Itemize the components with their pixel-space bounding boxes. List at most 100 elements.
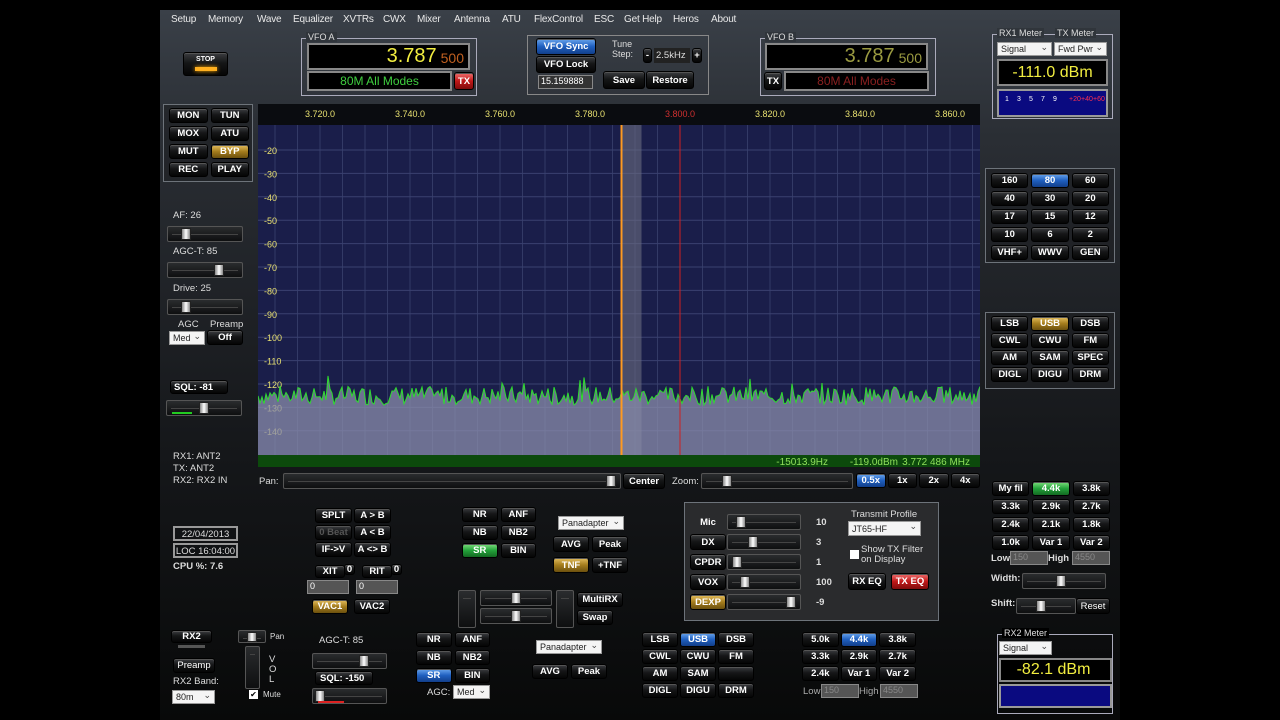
rx2-mode-grid-button[interactable]: DSB: [718, 632, 754, 647]
rx1-filter-grid-button[interactable]: 2.7k: [1072, 499, 1110, 514]
mode-grid-button[interactable]: USB: [1031, 316, 1069, 331]
menu-memory[interactable]: Memory: [208, 14, 243, 25]
menu-esc[interactable]: ESC: [594, 14, 614, 25]
band-grid-button[interactable]: 10: [991, 227, 1029, 242]
rx2-dsp-grid-button[interactable]: BIN: [454, 668, 490, 683]
rx2-dsp-grid-button[interactable]: ANF: [454, 632, 490, 647]
tune-step-minus[interactable]: -: [643, 48, 652, 63]
rx1-filter-grid-button[interactable]: 2.9k: [1032, 499, 1070, 514]
agc-select[interactable]: Med: [169, 331, 205, 345]
vac-grid-button[interactable]: VAC1: [312, 599, 348, 614]
af-slider[interactable]: [167, 226, 243, 242]
rx1-dsp-grid-button[interactable]: ANF: [500, 507, 536, 522]
rx1-dsp-grid-button[interactable]: SR: [462, 543, 498, 558]
menu-equalizer[interactable]: Equalizer: [293, 14, 333, 25]
vfo-b-display[interactable]: 3.787 500: [765, 43, 928, 70]
band-grid-button[interactable]: 12: [1071, 209, 1109, 224]
rx2-avg-button[interactable]: AVG: [532, 664, 568, 679]
vfo-ops-grid-button[interactable]: A <> B: [354, 542, 391, 557]
xit-button[interactable]: XIT: [315, 565, 345, 578]
rx2-peak-button[interactable]: Peak: [571, 664, 607, 679]
slider-thumb[interactable]: [786, 596, 797, 608]
tx-cpdr-button[interactable]: CPDR: [690, 554, 726, 570]
band-grid-button[interactable]: 160: [991, 173, 1029, 188]
rx2-mute-checkbox[interactable]: ✔: [249, 690, 258, 699]
rx2-dsp-grid-button[interactable]: NB: [416, 650, 452, 665]
sql-slider[interactable]: [166, 400, 242, 416]
plus-tnf-button[interactable]: +TNF: [592, 557, 628, 573]
drive-slider[interactable]: [167, 299, 243, 315]
vfo-ops-grid-button[interactable]: IF->V: [315, 542, 352, 557]
main-controls-grid-button[interactable]: TUN: [210, 108, 249, 123]
multirx-gain-slider[interactable]: [458, 590, 476, 628]
mode-grid-button[interactable]: DRM: [1071, 367, 1109, 382]
slider-thumb[interactable]: [736, 516, 747, 528]
rx1-filter-grid-button[interactable]: Var 2: [1072, 535, 1110, 550]
show-tx-filter-checkbox[interactable]: [850, 550, 859, 559]
tx-eq-button[interactable]: TX EQ: [891, 573, 929, 590]
mode-grid-button[interactable]: CWU: [1031, 333, 1069, 348]
rx2-pan-slider[interactable]: [238, 630, 266, 643]
tx-vox-button[interactable]: VOX: [690, 574, 726, 590]
band-grid-button[interactable]: 80: [1031, 173, 1069, 188]
rx2-dsp-grid-button[interactable]: NB2: [454, 650, 490, 665]
rx2-filter-grid-button[interactable]: Var 2: [879, 666, 916, 681]
slider-thumb[interactable]: [359, 655, 370, 667]
rx1-filter-grid-button[interactable]: 3.3k: [992, 499, 1030, 514]
rx2-display-mode-select[interactable]: Panadapter: [536, 640, 602, 654]
slider-thumb[interactable]: [747, 536, 758, 548]
rx1-dsp-grid-button[interactable]: NB2: [500, 525, 536, 540]
band-grid-button[interactable]: 2: [1071, 227, 1109, 242]
rx2-mode-grid-button[interactable]: DRM: [718, 683, 754, 698]
band-grid-button[interactable]: 60: [1071, 173, 1109, 188]
slider-thumb[interactable]: [740, 576, 751, 588]
rx2-dsp-grid-button[interactable]: SR: [416, 668, 452, 683]
main-controls-grid-button[interactable]: PLAY: [210, 162, 249, 177]
menu-get-help[interactable]: Get Help: [624, 14, 662, 25]
rx2-preamp-button[interactable]: Preamp: [173, 658, 215, 673]
band-grid-button[interactable]: VHF+: [991, 245, 1029, 260]
panadapter-display[interactable]: -20-30-40-50-60-70-80-90-100-110-120-130…: [258, 104, 980, 467]
menu-atu[interactable]: ATU: [502, 14, 521, 25]
rx2-agc-select[interactable]: Med: [453, 685, 490, 699]
rx1-filter-grid-button[interactable]: 1.8k: [1072, 517, 1110, 532]
xit-field[interactable]: 0: [307, 580, 349, 594]
slider-thumb[interactable]: [722, 475, 733, 487]
pan-center-button[interactable]: Center: [623, 473, 665, 489]
rx1-filter-grid-button[interactable]: Var 1: [1032, 535, 1070, 550]
rx1-dsp-grid-button[interactable]: BIN: [500, 543, 536, 558]
menu-wave[interactable]: Wave: [257, 14, 282, 25]
slider-thumb[interactable]: [213, 264, 224, 276]
rx2-mode-grid-button[interactable]: FM: [718, 649, 754, 664]
rx1-dsp-grid-button[interactable]: NB: [462, 525, 498, 540]
slider-thumb[interactable]: [199, 402, 209, 414]
rx1-filter-grid-button[interactable]: 2.1k: [1032, 517, 1070, 532]
stop-button[interactable]: STOP: [183, 52, 228, 76]
rit-field[interactable]: 0: [356, 580, 398, 594]
multirx-gain-slider-2[interactable]: [556, 590, 574, 628]
rx2-mode-grid-button[interactable]: [718, 666, 754, 681]
menu-xvtrs[interactable]: XVTRs: [343, 14, 374, 25]
rx1-meter-select[interactable]: Signal: [997, 42, 1052, 56]
slider-thumb[interactable]: [732, 556, 743, 568]
slider-thumb[interactable]: [511, 592, 521, 604]
rx1-filter-grid-button[interactable]: 2.4k: [992, 517, 1030, 532]
rx2-low-field[interactable]: 150: [821, 684, 859, 698]
tnf-button[interactable]: TNF: [553, 557, 589, 573]
rx1-width-slider[interactable]: [1022, 573, 1106, 589]
frequency-field[interactable]: 15.159888: [538, 75, 593, 89]
rx1-filter-grid-button[interactable]: 4.4k: [1032, 481, 1070, 496]
slider-thumb[interactable]: [247, 632, 257, 642]
band-grid-button[interactable]: 6: [1031, 227, 1069, 242]
vfo-a-tx-button[interactable]: TX: [454, 72, 474, 90]
tx-vox-slider[interactable]: [727, 574, 801, 590]
rx2-filter-grid-button[interactable]: 4.4k: [840, 632, 878, 647]
rx1-dsp-grid-button[interactable]: NR: [462, 507, 498, 522]
rx1-filter-reset[interactable]: Reset: [1076, 598, 1110, 614]
slider-thumb[interactable]: [511, 610, 521, 622]
rx2-high-field[interactable]: 4550: [880, 684, 918, 698]
menu-about[interactable]: About: [711, 14, 736, 25]
rx2-button[interactable]: RX2: [171, 630, 212, 643]
vfo-ops-grid-button[interactable]: 0 Beat: [315, 525, 352, 540]
rit-button[interactable]: RIT: [362, 565, 392, 578]
